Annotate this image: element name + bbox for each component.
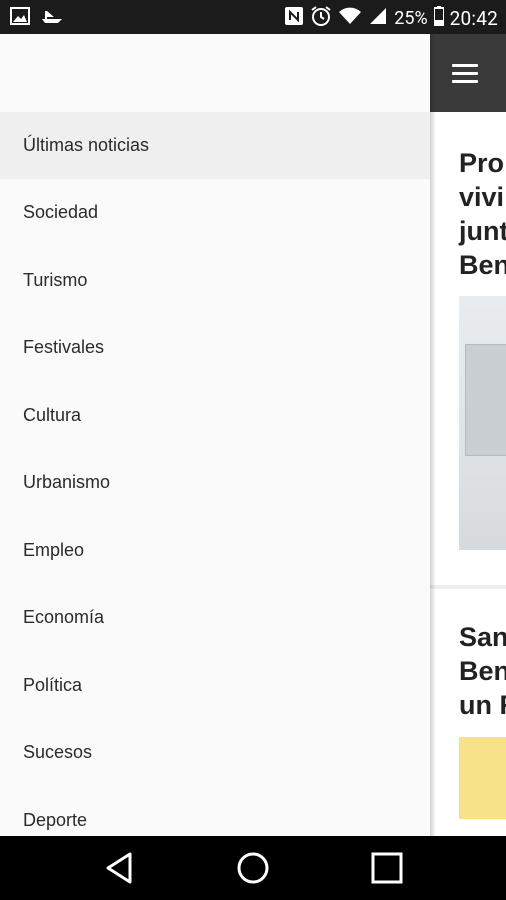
article-title: San Ben un F xyxy=(459,622,506,720)
drawer-header xyxy=(0,34,430,112)
recent-apps-icon[interactable] xyxy=(367,850,407,886)
battery-icon xyxy=(432,6,445,31)
drawer-item-label: Últimas noticias xyxy=(23,135,150,155)
drawer-item-label: Cultura xyxy=(23,405,82,425)
drawer-item-deporte[interactable]: Deporte xyxy=(0,787,430,836)
drawer-item-sociedad[interactable]: Sociedad xyxy=(0,179,430,246)
drawer-item-economia[interactable]: Economía xyxy=(0,584,430,651)
drawer-item-label: Urbanismo xyxy=(23,472,111,492)
article-title: Pro vivi junt Ben xyxy=(459,148,506,280)
system-nav-bar xyxy=(0,836,506,900)
status-notifications xyxy=(10,7,64,29)
drawer-item-label: Festivales xyxy=(23,337,105,357)
status-bar: 25% 20:42 xyxy=(0,0,506,34)
drawer-item-turismo[interactable]: Turismo xyxy=(0,247,430,314)
drawer-item-label: Turismo xyxy=(23,270,88,290)
drawer-item-empleo[interactable]: Empleo xyxy=(0,517,430,584)
back-icon[interactable] xyxy=(100,850,140,886)
drawer-item-label: Sucesos xyxy=(23,742,93,762)
drawer-shadow xyxy=(430,34,436,836)
boat-icon xyxy=(40,7,64,29)
home-icon[interactable] xyxy=(233,850,273,886)
image-icon xyxy=(10,7,30,29)
building-image xyxy=(465,344,506,456)
hamburger-menu-icon[interactable] xyxy=(452,64,478,84)
app-content: Pro vivi junt Ben San Ben un F xyxy=(430,34,506,836)
navigation-drawer: Últimas noticias Sociedad Turismo Festiv… xyxy=(0,34,430,836)
alarm-icon xyxy=(310,5,332,32)
drawer-item-cultura[interactable]: Cultura xyxy=(0,382,430,449)
status-right: 25% 20:42 xyxy=(284,5,498,32)
drawer-item-label: Deporte xyxy=(23,810,88,830)
drawer-item-ultimas-noticias[interactable]: Últimas noticias xyxy=(0,112,430,179)
nfc-icon xyxy=(284,6,304,31)
battery-percentage: 25% xyxy=(394,8,428,29)
drawer-item-label: Política xyxy=(23,675,83,695)
drawer-item-label: Empleo xyxy=(23,540,85,560)
article-card[interactable]: San Ben un F xyxy=(459,620,506,722)
drawer-item-festivales[interactable]: Festivales xyxy=(0,314,430,381)
wifi-icon xyxy=(338,6,362,31)
drawer-item-label: Sociedad xyxy=(23,202,99,222)
app-toolbar xyxy=(430,34,506,112)
article-card[interactable]: Pro vivi junt Ben xyxy=(459,146,506,282)
article-image[interactable] xyxy=(459,296,506,550)
drawer-item-label: Economía xyxy=(23,607,105,627)
article-image[interactable] xyxy=(459,737,506,819)
drawer-item-politica[interactable]: Política xyxy=(0,652,430,719)
clock: 20:42 xyxy=(449,7,498,30)
article-divider xyxy=(430,585,506,589)
signal-icon xyxy=(368,6,388,31)
drawer-item-urbanismo[interactable]: Urbanismo xyxy=(0,449,430,516)
drawer-item-sucesos[interactable]: Sucesos xyxy=(0,719,430,786)
